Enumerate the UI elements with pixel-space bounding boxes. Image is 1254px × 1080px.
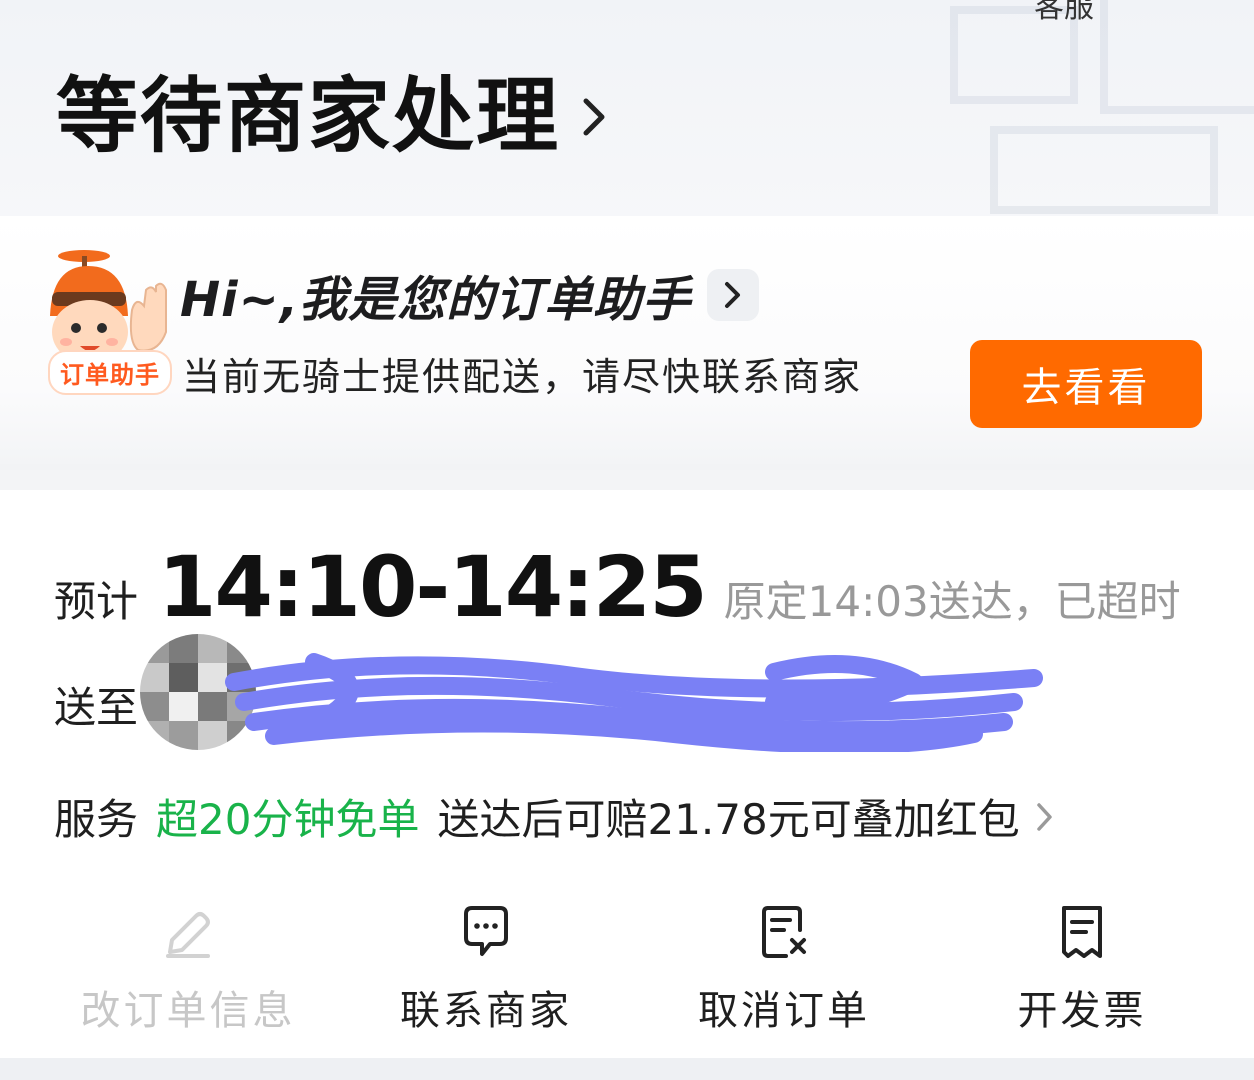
order-actions-bar: 改订单信息 联系商家 取消订单 开发票 xyxy=(0,900,1254,1040)
order-assistant-title: Hi~,我是您的订单助手 xyxy=(180,272,692,328)
contact-merchant-button[interactable]: 联系商家 xyxy=(356,900,616,1036)
delivery-info-card: 预计 14:10-14:25 原定14:03送达，已超时 送至 服务 超20分钟… xyxy=(0,490,1254,1058)
map-background-decor xyxy=(950,0,1254,214)
eta-label: 预计 xyxy=(54,577,139,626)
cancel-order-label: 取消订单 xyxy=(698,988,870,1034)
delivery-address-label: 送至 xyxy=(54,683,139,732)
order-assistant-card: 订单助手 Hi~,我是您的订单助手 当前无骑士提供配送，请尽快联系商家 去看看 xyxy=(0,216,1254,464)
service-highlight: 超20分钟免单 xyxy=(156,795,420,844)
order-assistant-badge: 订单助手 xyxy=(48,350,172,395)
customer-service-link[interactable]: 客服 xyxy=(1034,0,1094,26)
order-assistant-more-button[interactable] xyxy=(707,269,760,321)
invoice-icon xyxy=(1062,906,1102,958)
edit-order-info-label: 改订单信息 xyxy=(80,988,296,1034)
order-status-title-row[interactable]: 等待商家处理 xyxy=(56,76,612,158)
eta-note: 原定14:03送达，已超时 xyxy=(723,577,1181,626)
invoice-button[interactable]: 开发票 xyxy=(952,900,1212,1036)
service-detail: 送达后可赔21.78元可叠加红包 xyxy=(437,795,1020,844)
invoice-label: 开发票 xyxy=(1017,988,1147,1034)
bottom-divider xyxy=(0,1058,1254,1080)
go-see-button[interactable]: 去看看 xyxy=(970,340,1202,428)
order-assistant-message: 当前无骑士提供配送，请尽快联系商家 xyxy=(182,355,863,399)
chat-icon xyxy=(464,906,508,956)
edit-icon xyxy=(166,912,210,958)
order-status-title: 等待商家处理 xyxy=(56,69,561,164)
service-row[interactable]: 服务 超20分钟免单 送达后可赔21.78元可叠加红包 xyxy=(54,786,1056,847)
redacted-address-scribble xyxy=(225,653,1043,752)
contact-merchant-label: 联系商家 xyxy=(400,988,572,1034)
edit-order-info-button[interactable]: 改订单信息 xyxy=(58,900,318,1036)
cancel-order-button[interactable]: 取消订单 xyxy=(654,900,914,1036)
cancel-order-icon xyxy=(762,906,806,958)
order-status-header: 客服 等待商家处理 订单助手 Hi~,我是您的订单助手 当前无骑士提供配送，请尽… xyxy=(0,0,1254,470)
service-label: 服务 xyxy=(54,795,139,844)
chevron-right-icon xyxy=(1036,802,1052,831)
order-assistant-title-row[interactable]: Hi~,我是您的订单助手 xyxy=(180,260,760,330)
delivery-address-row[interactable]: 送至 xyxy=(54,634,1054,752)
eta-time: 14:10-14:25 xyxy=(158,538,708,636)
chevron-right-icon xyxy=(725,282,741,308)
eta-row: 预计 14:10-14:25 原定14:03送达，已超时 xyxy=(54,538,1181,636)
chevron-right-icon xyxy=(583,98,605,136)
